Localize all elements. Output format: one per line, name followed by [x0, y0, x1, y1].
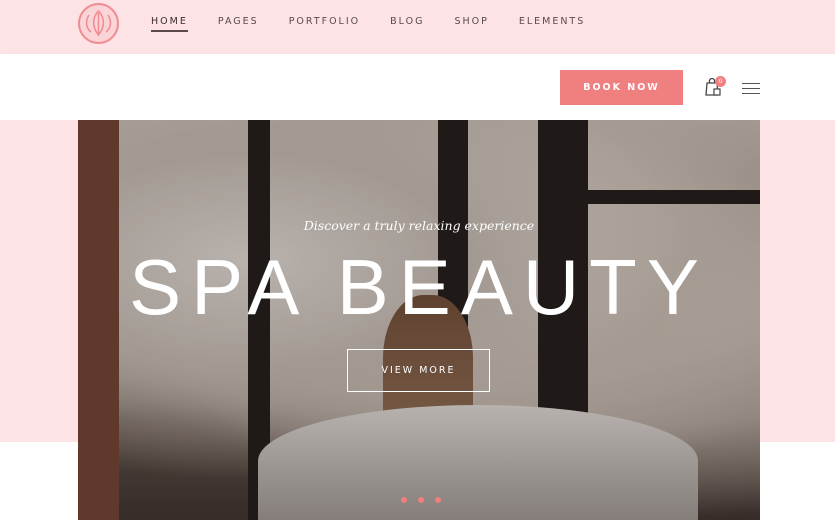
hero-slider: Discover a truly relaxing experience SPA…: [78, 120, 760, 520]
view-more-button[interactable]: VIEW MORE: [347, 349, 490, 392]
nav-blog[interactable]: BLOG: [390, 16, 424, 32]
hamburger-icon[interactable]: [742, 83, 760, 94]
main-nav: HOME PAGES PORTFOLIO BLOG SHOP ELEMENTS: [151, 16, 615, 32]
slide-dot-3[interactable]: [435, 497, 441, 503]
hero-title: SPA BEAUTY: [129, 243, 709, 331]
nav-elements[interactable]: ELEMENTS: [519, 16, 585, 32]
nav-pages[interactable]: PAGES: [218, 16, 259, 32]
hero-subtitle: Discover a truly relaxing experience: [303, 218, 535, 233]
slider-pagination: [401, 497, 441, 503]
nav-shop[interactable]: SHOP: [454, 16, 488, 32]
logo[interactable]: [78, 3, 119, 44]
leaf-logo-icon: [85, 9, 112, 37]
cart-count-badge: 0: [715, 76, 726, 87]
secondary-header: BOOK NOW 0: [0, 54, 835, 120]
slide-dot-1[interactable]: [401, 497, 407, 503]
nav-home[interactable]: HOME: [151, 16, 188, 32]
book-now-button[interactable]: BOOK NOW: [560, 70, 683, 105]
nav-portfolio[interactable]: PORTFOLIO: [289, 16, 360, 32]
slide-dot-2[interactable]: [418, 497, 424, 503]
top-navigation-bar: HOME PAGES PORTFOLIO BLOG SHOP ELEMENTS: [0, 0, 835, 54]
